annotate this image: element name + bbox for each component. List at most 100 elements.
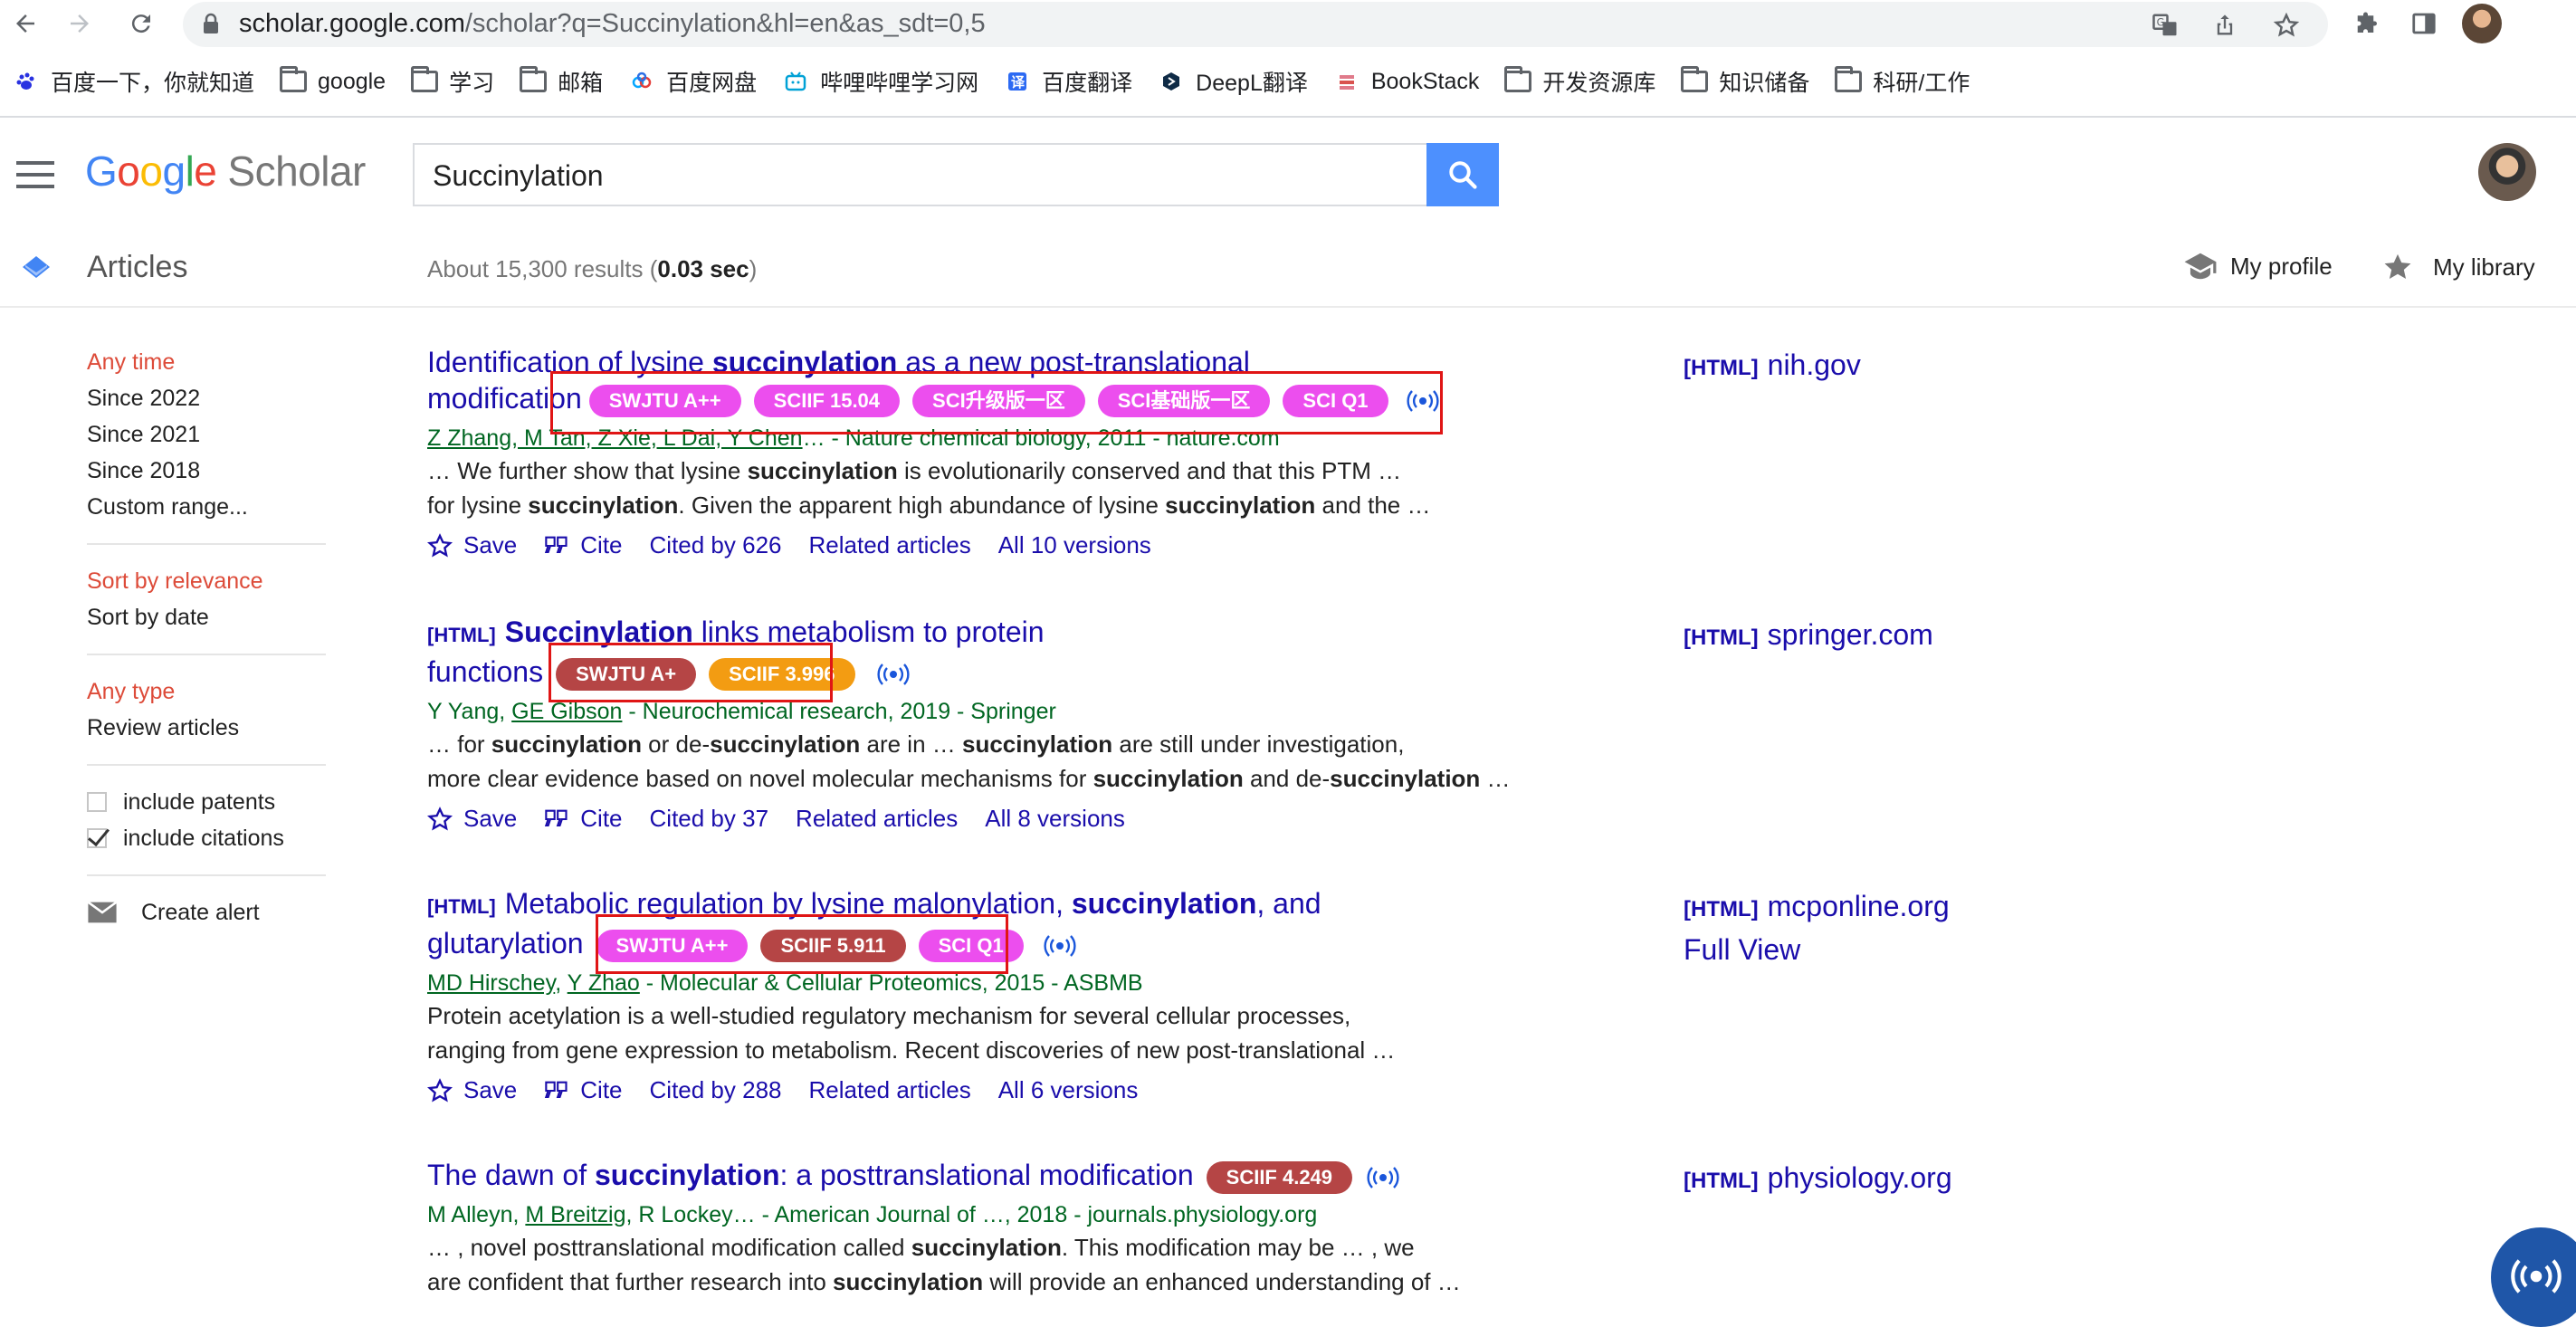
- broadcast-icon[interactable]: [1367, 1165, 1399, 1190]
- my-profile-link[interactable]: My profile: [2183, 252, 2333, 281]
- bookmark-mail-folder[interactable]: 邮箱: [520, 58, 603, 105]
- bookmark-label: DeepL翻译: [1196, 71, 1308, 96]
- broadcast-icon[interactable]: [876, 662, 910, 687]
- all-versions-link[interactable]: All 6 versions: [998, 1076, 1139, 1104]
- bookmark-star-icon[interactable]: [2270, 9, 2303, 42]
- star-outline-icon: [427, 806, 453, 831]
- pdf-html-link[interactable]: [HTML] nih.gov: [1684, 344, 1861, 389]
- cited-by-link[interactable]: Cited by 37: [650, 805, 769, 833]
- menu-icon[interactable]: [16, 161, 54, 188]
- filter-sidebar: Any time Since 2022 Since 2021 Since 201…: [87, 344, 326, 931]
- author-link[interactable]: MD Hirschey: [427, 970, 555, 996]
- result-title[interactable]: The dawn of succinylation: a posttransla…: [427, 1157, 1541, 1194]
- bookmark-baidu-translate[interactable]: 译 百度翻译: [1004, 58, 1132, 105]
- bookmark-research-folder[interactable]: 科研/工作: [1835, 58, 1970, 105]
- highlight-box: [550, 371, 1443, 434]
- pdf-html-link[interactable]: [HTML] mcponline.org: [1684, 885, 1950, 931]
- filter-since-2022[interactable]: Since 2022: [87, 380, 326, 416]
- translate-icon[interactable]: G: [2149, 9, 2181, 42]
- svg-text:G: G: [2157, 17, 2165, 29]
- include-patents-checkbox[interactable]: [87, 792, 107, 812]
- save-button[interactable]: Save: [427, 805, 517, 833]
- cited-by-link[interactable]: Cited by 288: [650, 1076, 782, 1104]
- bookmark-bookstack[interactable]: BookStack: [1333, 58, 1479, 105]
- highlight-box: [596, 914, 1008, 974]
- star-outline-icon: [427, 532, 453, 558]
- cited-by-link[interactable]: Cited by 626: [650, 531, 782, 559]
- url-text: scholar.google.com/scholar?q=Succinylati…: [239, 9, 986, 38]
- cite-button[interactable]: Cite: [544, 531, 623, 559]
- bookmark-deepl[interactable]: DeepL翻译: [1158, 58, 1308, 105]
- account-avatar[interactable]: [2478, 143, 2536, 201]
- google-scholar-logo[interactable]: Google Scholar: [85, 147, 366, 196]
- bookmark-google-folder[interactable]: google: [280, 58, 386, 105]
- extensions-icon[interactable]: [2348, 4, 2388, 43]
- all-versions-link[interactable]: All 8 versions: [985, 805, 1125, 833]
- forward-arrow-icon[interactable]: [60, 4, 100, 43]
- all-versions-link[interactable]: All 10 versions: [998, 531, 1151, 559]
- save-button[interactable]: Save: [427, 531, 517, 559]
- floating-broadcast-button[interactable]: [2491, 1227, 2576, 1327]
- back-arrow-icon[interactable]: [5, 4, 45, 43]
- filter-since-2018[interactable]: Since 2018: [87, 453, 326, 489]
- pdf-html-link[interactable]: [HTML] springer.com: [1684, 614, 1933, 659]
- share-icon[interactable]: [2209, 9, 2241, 42]
- bookmark-knowledge-folder[interactable]: 知识储备: [1681, 58, 1809, 105]
- related-articles-link[interactable]: Related articles: [796, 805, 958, 833]
- include-citations-checkbox[interactable]: [87, 828, 107, 848]
- pdf-html-link[interactable]: [HTML] physiology.org: [1684, 1157, 1952, 1202]
- bilibili-icon: [785, 72, 806, 91]
- filter-any-type[interactable]: Any type: [87, 673, 326, 710]
- sort-by-date[interactable]: Sort by date: [87, 599, 326, 635]
- bookmark-bilibili[interactable]: 哔哩哔哩学习网: [782, 58, 978, 105]
- cite-button[interactable]: Cite: [544, 1076, 623, 1104]
- include-patents-label: include patents: [123, 788, 276, 815]
- search-button[interactable]: [1426, 143, 1499, 206]
- baidu-translate-icon: 译: [1008, 72, 1027, 91]
- bookmark-label: 学习: [449, 71, 495, 96]
- star-outline-icon: [427, 1077, 453, 1103]
- folder-icon: [280, 66, 308, 92]
- bookmark-baidu[interactable]: 百度一下，你就知道: [13, 58, 254, 105]
- reload-icon[interactable]: [121, 4, 161, 43]
- quote-icon: [545, 536, 568, 553]
- bookmark-label: 百度翻译: [1042, 71, 1133, 96]
- bookmark-baidu-netdisk[interactable]: 百度网盘: [628, 58, 757, 105]
- results-count: About 15,300 results (0.03 sec): [427, 255, 758, 282]
- cite-button[interactable]: Cite: [544, 805, 623, 833]
- bookmark-label: google: [318, 68, 386, 94]
- author-link[interactable]: M Breitzig: [525, 1202, 625, 1227]
- bookmark-label: 百度一下，你就知道: [51, 71, 255, 96]
- browser-profile-avatar[interactable]: [2462, 4, 2502, 43]
- graduation-cap-icon: [2184, 253, 2217, 280]
- include-citations-option[interactable]: include citations: [87, 820, 326, 856]
- folder-icon: [411, 66, 439, 92]
- address-bar[interactable]: scholar.google.com/scholar?q=Succinylati…: [183, 2, 2328, 47]
- bookmark-study-folder[interactable]: 学习: [411, 58, 494, 105]
- bookmark-label: 哔哩哔哩学习网: [820, 71, 979, 96]
- side-panel-icon[interactable]: [2404, 4, 2444, 43]
- related-articles-link[interactable]: Related articles: [809, 1076, 971, 1104]
- quote-icon: [545, 809, 568, 826]
- filter-review-articles[interactable]: Review articles: [87, 710, 326, 746]
- svg-text:译: 译: [1011, 74, 1026, 91]
- sort-by-relevance[interactable]: Sort by relevance: [87, 563, 326, 599]
- section-title: Articles: [87, 250, 188, 284]
- related-articles-link[interactable]: Related articles: [809, 531, 971, 559]
- filter-since-2021[interactable]: Since 2021: [87, 416, 326, 453]
- bookmark-dev-folder[interactable]: 开发资源库: [1504, 58, 1655, 105]
- broadcast-icon[interactable]: [1044, 933, 1076, 959]
- filter-custom-range[interactable]: Custom range...: [87, 489, 326, 525]
- full-view-link[interactable]: Full View: [1684, 929, 1800, 970]
- my-library-link[interactable]: My library: [2382, 252, 2535, 282]
- lock-icon: [204, 13, 218, 33]
- result-authors: M Alleyn, M Breitzig, R Lockey… - Americ…: [427, 1201, 1318, 1227]
- result-snippet: … We further show that lysine succinylat…: [427, 456, 1431, 519]
- folder-icon: [1835, 66, 1863, 92]
- filter-any-time[interactable]: Any time: [87, 344, 326, 380]
- save-button[interactable]: Save: [427, 1076, 517, 1104]
- create-alert-link[interactable]: Create alert: [87, 894, 326, 931]
- bookmark-label: 知识储备: [1719, 71, 1810, 96]
- search-input[interactable]: [431, 145, 1412, 206]
- include-patents-option[interactable]: include patents: [87, 784, 326, 820]
